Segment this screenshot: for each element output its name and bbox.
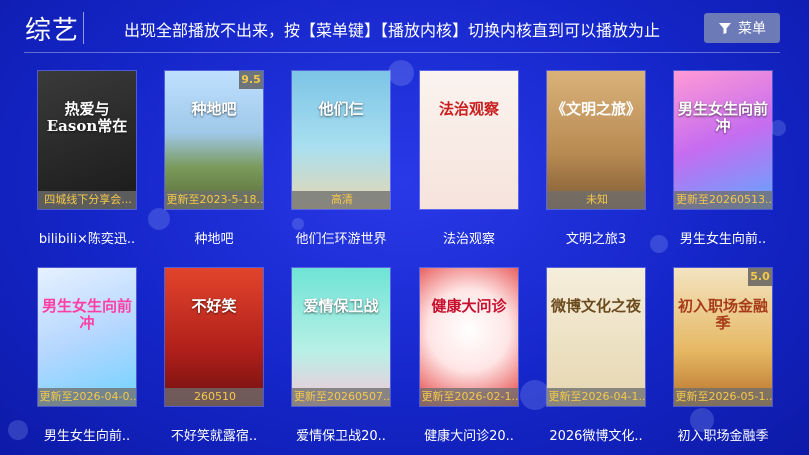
poster-title-art: 他们仨 (318, 100, 364, 118)
show-title: 男生女生向前.. (43, 429, 131, 444)
update-status: 更新至2026-05-1.. (674, 388, 772, 406)
poster-title-art: 男生女生向前冲 (678, 100, 769, 135)
update-status: 更新至2026-04-1.. (547, 388, 645, 406)
poster-title-art: 不好笑 (191, 297, 237, 315)
bokeh-dot (388, 60, 414, 86)
filter-icon (719, 23, 731, 34)
show-poster[interactable]: 不好笑 260510 (164, 267, 264, 407)
update-status: 高清 (292, 191, 390, 209)
poster-title-art: 热爱与Eason常在 (46, 100, 128, 135)
show-title: 不好笑就露宿.. (170, 429, 258, 444)
show-title: 初入职场金融季 (677, 429, 769, 444)
title-divider (83, 12, 84, 44)
bokeh-dot (148, 208, 170, 230)
poster-image (674, 71, 772, 209)
show-poster[interactable]: 男生女生向前冲更新至2026-04-0.. (37, 267, 137, 407)
poster-image (547, 71, 645, 209)
page-title: 综艺 (25, 16, 80, 46)
show-title: 法治观察 (442, 232, 495, 247)
rating-badge: 5.0 (748, 268, 772, 286)
show-title: 爱情保卫战20.. (296, 429, 386, 444)
show-poster[interactable]: 热爱与Eason常在四城线下分享会... (37, 70, 137, 210)
update-status: 未知 (547, 191, 645, 209)
header-divider (24, 52, 780, 53)
show-title: 健康大问诊20.. (424, 429, 514, 444)
show-title: bilibili×陈奕迅.. (38, 232, 136, 247)
show-title: 文明之旅3 (565, 232, 627, 247)
show-poster[interactable]: 他们仨 高清 (291, 70, 391, 210)
update-status: 更新至20260507.. (292, 388, 390, 406)
menu-button[interactable]: 菜单 (704, 13, 780, 43)
poster-image (165, 71, 263, 209)
show-poster[interactable]: 微博文化之夜 更新至2026-04-1.. (546, 267, 646, 407)
update-status: 更新至2026-04-0.. (38, 388, 136, 406)
playback-notice: 出现全部播放不出来，按【菜单键】【播放内核】切换内核直到可以播放为止 (124, 21, 661, 40)
update-status: 更新至2026-02-1.. (420, 388, 518, 406)
poster-title-art: 初入职场金融季 (678, 297, 769, 332)
show-poster[interactable]: 健康大问诊更新至2026-02-1.. (419, 267, 519, 407)
rating-badge: 9.5 (239, 71, 263, 89)
show-title: 2026微博文化.. (549, 429, 643, 444)
poster-image (420, 268, 518, 406)
show-poster[interactable]: 初入职场金融季 5.0 更新至2026-05-1.. (673, 267, 773, 407)
poster-title-art: 男生女生向前冲 (42, 297, 133, 332)
poster-image (420, 71, 518, 209)
poster-title-art: 微博文化之夜 (551, 297, 642, 315)
show-poster[interactable]: 《文明之旅》 未知 (546, 70, 646, 210)
poster-image (38, 268, 136, 406)
poster-image (674, 268, 772, 406)
update-status: 更新至2023-5-18.. (165, 191, 263, 209)
update-status: 更新至20260513.. (674, 191, 772, 209)
poster-title-art: 健康大问诊 (431, 297, 507, 315)
show-title: 他们仨环游世界 (295, 232, 387, 247)
show-poster[interactable]: 法治观察 (419, 70, 519, 210)
poster-title-art: 法治观察 (438, 100, 499, 118)
poster-title-art: 《文明之旅》 (551, 100, 642, 118)
show-poster[interactable]: 男生女生向前冲更新至20260513.. (673, 70, 773, 210)
show-title: 男生女生向前.. (679, 232, 767, 247)
poster-image (165, 268, 263, 406)
menu-button-label: 菜单 (738, 21, 766, 37)
poster-image (292, 71, 390, 209)
poster-image (292, 268, 390, 406)
show-poster[interactable]: 爱情保卫战更新至20260507.. (291, 267, 391, 407)
poster-image (547, 268, 645, 406)
poster-title-art: 爱情保卫战 (303, 297, 379, 315)
show-title: 种地吧 (194, 232, 234, 247)
show-poster[interactable]: 种地吧 9.5 更新至2023-5-18.. (164, 70, 264, 210)
poster-title-art: 种地吧 (191, 100, 237, 118)
poster-image (38, 71, 136, 209)
header-bar: 综艺 出现全部播放不出来，按【菜单键】【播放内核】切换内核直到可以播放为止 菜单 (0, 0, 809, 52)
update-status: 四城线下分享会... (38, 191, 136, 209)
update-status: 260510 (165, 388, 263, 406)
